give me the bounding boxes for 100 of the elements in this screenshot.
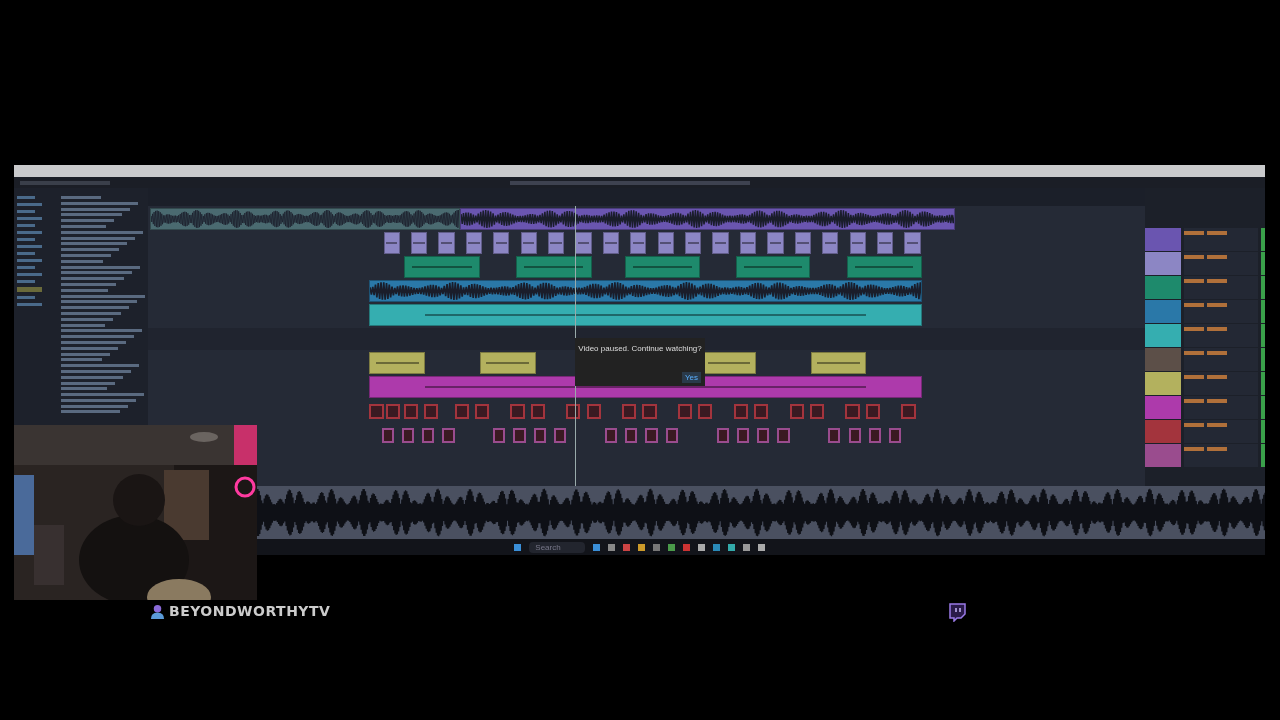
file-entry[interactable]: [61, 381, 115, 385]
file-entry[interactable]: [61, 271, 132, 275]
file-entry[interactable]: [61, 317, 113, 321]
track-header[interactable]: [1145, 420, 1181, 443]
track-controls[interactable]: [1184, 396, 1258, 419]
midi-clip[interactable]: [645, 428, 658, 444]
transport-controls[interactable]: [510, 180, 750, 185]
midi-clip[interactable]: [442, 428, 455, 444]
midi-clip[interactable]: [901, 404, 916, 420]
track-controls[interactable]: [1184, 324, 1258, 347]
yes-button[interactable]: Yes: [681, 372, 701, 383]
file-entry[interactable]: [61, 410, 120, 414]
midi-clip[interactable]: [369, 404, 384, 420]
midi-clip[interactable]: [454, 404, 469, 420]
track-header[interactable]: [1145, 348, 1181, 371]
track-header[interactable]: [1145, 324, 1181, 347]
file-entry[interactable]: [61, 393, 144, 397]
file-entry[interactable]: [61, 329, 142, 333]
midi-clip[interactable]: [493, 428, 506, 444]
midi-clip[interactable]: [513, 428, 526, 444]
midi-clip[interactable]: [789, 404, 804, 420]
midi-clip[interactable]: [424, 404, 439, 420]
midi-clip[interactable]: [733, 404, 748, 420]
midi-clip[interactable]: [604, 428, 618, 444]
file-entry[interactable]: [61, 340, 126, 344]
midi-clip[interactable]: [385, 404, 400, 420]
file-entry[interactable]: [61, 236, 135, 240]
file-entry[interactable]: [61, 207, 130, 211]
midi-clip[interactable]: [828, 428, 841, 444]
midi-clip[interactable]: [586, 404, 601, 420]
track-header[interactable]: [1145, 228, 1181, 251]
midi-clip[interactable]: [698, 404, 713, 420]
track-controls[interactable]: [1184, 420, 1258, 443]
file-entry[interactable]: [61, 219, 114, 223]
file-entry[interactable]: [61, 259, 103, 263]
midi-clip[interactable]: [566, 404, 581, 420]
file-entry[interactable]: [61, 253, 111, 257]
file-entry[interactable]: [61, 364, 139, 368]
midi-clip[interactable]: [665, 428, 678, 444]
file-entry[interactable]: [61, 398, 136, 402]
track-controls[interactable]: [1184, 276, 1258, 299]
midi-clip[interactable]: [736, 428, 750, 444]
midi-clip[interactable]: [530, 404, 545, 420]
track-controls[interactable]: [1184, 300, 1258, 323]
midi-clip[interactable]: [474, 404, 490, 420]
midi-clip[interactable]: [777, 428, 790, 444]
track-header[interactable]: [1145, 372, 1181, 395]
file-entry[interactable]: [61, 265, 140, 269]
track-header[interactable]: [1145, 300, 1181, 323]
file-entry[interactable]: [61, 358, 102, 362]
track-controls[interactable]: [1184, 252, 1258, 275]
file-entry[interactable]: [61, 288, 108, 292]
midi-clip[interactable]: [381, 428, 394, 444]
file-entry[interactable]: [61, 201, 138, 205]
file-entry[interactable]: [61, 375, 123, 379]
midi-clip[interactable]: [622, 404, 637, 420]
file-entry[interactable]: [61, 335, 134, 339]
search-field[interactable]: Search: [529, 541, 585, 553]
midi-clip[interactable]: [510, 404, 525, 420]
audio-clip[interactable]: [369, 280, 922, 302]
midi-clip[interactable]: [533, 428, 546, 444]
file-entry[interactable]: [61, 282, 116, 286]
track-header[interactable]: [1145, 396, 1181, 419]
midi-clip[interactable]: [625, 428, 638, 444]
midi-clip[interactable]: [401, 428, 414, 444]
track-controls[interactable]: [1184, 348, 1258, 371]
audio-clip[interactable]: [459, 208, 956, 230]
track-header[interactable]: [1145, 252, 1181, 275]
midi-clip[interactable]: [422, 428, 435, 444]
audio-clip[interactable]: [150, 208, 460, 230]
track-controls[interactable]: [1184, 228, 1258, 251]
midi-clip[interactable]: [716, 428, 729, 444]
file-entry[interactable]: [61, 277, 124, 281]
file-entry[interactable]: [61, 346, 118, 350]
file-entry[interactable]: [61, 248, 119, 252]
file-entry[interactable]: [61, 213, 122, 217]
midi-clip[interactable]: [642, 404, 657, 420]
file-entry[interactable]: [61, 369, 131, 373]
file-entry[interactable]: [61, 306, 129, 310]
file-entry[interactable]: [61, 230, 143, 234]
midi-clip[interactable]: [677, 404, 693, 420]
file-entry[interactable]: [61, 311, 121, 315]
midi-clip[interactable]: [757, 428, 770, 444]
midi-clip[interactable]: [554, 428, 567, 444]
midi-clip[interactable]: [889, 428, 902, 444]
track-controls[interactable]: [1184, 372, 1258, 395]
file-entry[interactable]: [61, 387, 107, 391]
file-entry[interactable]: [61, 323, 105, 327]
midi-clip[interactable]: [845, 404, 860, 420]
midi-clip[interactable]: [868, 428, 881, 444]
file-entry[interactable]: [61, 300, 137, 304]
track-header[interactable]: [1145, 444, 1181, 467]
file-entry[interactable]: [61, 294, 145, 298]
file-entry[interactable]: [61, 242, 127, 246]
file-entry[interactable]: [61, 352, 110, 356]
start-icon[interactable]: [514, 543, 522, 551]
track-header[interactable]: [1145, 276, 1181, 299]
midi-clip[interactable]: [754, 404, 769, 420]
file-entry[interactable]: [61, 404, 128, 408]
midi-clip[interactable]: [848, 428, 861, 444]
